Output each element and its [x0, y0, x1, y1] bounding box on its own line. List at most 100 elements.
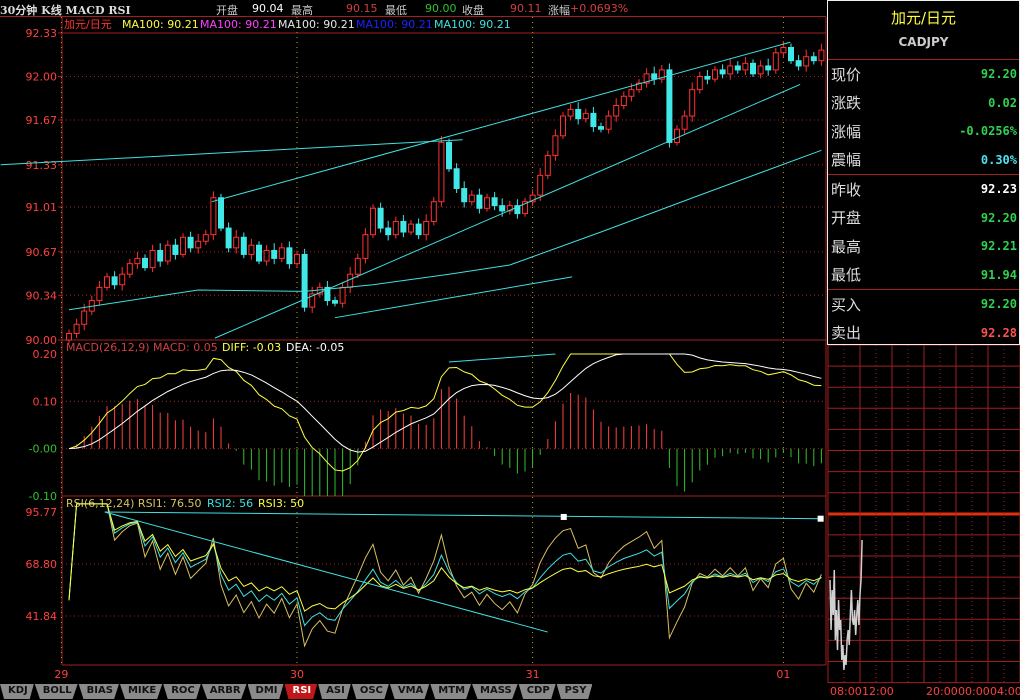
candle-up [674, 128, 680, 143]
quote-label: 最高 [831, 237, 862, 256]
candle-down [142, 257, 148, 269]
price-tick-label: 90.00 [26, 334, 58, 347]
quote-row: 最低 91.94 [828, 261, 1019, 290]
candle-down [750, 62, 756, 75]
quote-value: 0.30% [980, 152, 1017, 167]
tab-asi[interactable]: ASI [318, 684, 351, 699]
candle-up [339, 286, 346, 304]
ma-legend: MA100: 90.21 [434, 18, 511, 31]
price-tick-label: 91.33 [26, 159, 58, 172]
quote-value: 0.02 [988, 95, 1017, 110]
tab-osc[interactable]: OSC [351, 684, 389, 699]
candle-up [248, 244, 255, 255]
candle-down [218, 197, 224, 229]
candle-up [582, 112, 589, 120]
quote-label: 涨幅 [831, 122, 862, 141]
candle-up [119, 273, 126, 286]
macd-tick-label: 0.20 [33, 348, 58, 361]
rsi3-legend: RSI3: 50 [258, 497, 304, 510]
price-tick-label: 90.67 [26, 246, 58, 259]
candle-down [476, 194, 483, 209]
trendline-handle [817, 515, 824, 522]
candle-down [666, 69, 673, 143]
candle-down [400, 220, 407, 233]
candle-up [210, 197, 217, 236]
quote-value: -0.0256% [959, 124, 1017, 139]
macd-tick-label: -0.00 [29, 443, 57, 456]
candle-up [544, 155, 551, 176]
candle-up [552, 135, 559, 157]
candle-up [66, 333, 72, 341]
macd-tick-label: 0.10 [33, 395, 58, 408]
tab-mike[interactable]: MIKE [119, 684, 163, 699]
candle-down [332, 300, 338, 304]
rsi3-line [68, 503, 822, 612]
candle-down [788, 46, 794, 62]
candle-up [818, 49, 825, 62]
price-trendline [214, 83, 801, 339]
rsi-trendline [104, 511, 548, 633]
price-trendline [334, 276, 573, 319]
instrument-code: CADJPY [898, 35, 949, 49]
candle-up [468, 194, 475, 203]
candle-up [605, 115, 612, 130]
candle-up [73, 323, 80, 335]
candle-up [134, 257, 141, 265]
candle-up [233, 236, 240, 249]
intraday-time-label: 12:00 [862, 685, 894, 698]
tab-arbr[interactable]: ARBR [201, 684, 247, 699]
price-tick-label: 92.33 [26, 27, 58, 40]
macd-legend: MACD(26,12,9) MACD: 0.05 [66, 341, 218, 354]
candle-up [772, 52, 779, 71]
quote-value: 92.23 [980, 182, 1017, 197]
candle-down [172, 244, 179, 255]
price-trendline [0, 139, 463, 166]
candle-up [537, 174, 544, 196]
candle-up [164, 244, 171, 262]
tab-bias[interactable]: BIAS [78, 684, 119, 699]
tab-rsi[interactable]: RSI [284, 684, 318, 699]
candle-up [263, 249, 270, 262]
quote-row: 涨幅 -0.0256% [828, 117, 1019, 146]
quote-value: 92.28 [980, 325, 1017, 340]
tab-dmi[interactable]: DMI [247, 684, 284, 699]
candle-down [704, 75, 711, 80]
candle-up [803, 56, 810, 67]
instrument-legend: 加元/日元 [64, 18, 112, 31]
x-tick-label: 01 [776, 668, 790, 681]
tab-kdj[interactable]: KDJ [0, 684, 34, 699]
dea-line [68, 353, 822, 453]
candle-down [415, 223, 422, 236]
quote-row: 涨跌 0.02 [828, 89, 1019, 118]
x-tick-label: 30 [290, 668, 304, 681]
candle-up [689, 89, 696, 117]
candle-down [385, 227, 392, 236]
tab-roc[interactable]: ROC [163, 684, 201, 699]
trendline-handle [560, 513, 567, 520]
candle-up [149, 249, 156, 269]
candle-down [499, 205, 506, 212]
quote-row: 最高 92.21 [828, 232, 1019, 261]
quote-value: 92.20 [980, 297, 1017, 312]
rsi1-line [68, 503, 822, 648]
candle-down [446, 141, 452, 170]
tab-cdp[interactable]: CDP [518, 684, 556, 699]
ma-legend: MA100: 90.21 [122, 18, 199, 31]
tab-mtm[interactable]: MTM [430, 684, 472, 699]
quote-panel: 加元/日元 CADJPY 现价 92.20 涨跌 0.02 涨幅 -0.0256% 震幅 0.… [827, 0, 1020, 345]
candle-up [408, 223, 414, 233]
rsi2-legend: RSI2: 56 [207, 497, 253, 510]
tab-mass[interactable]: MASS [472, 684, 518, 699]
quote-label: 涨跌 [831, 94, 862, 113]
quote-label: 卖出 [831, 324, 862, 343]
tab-psy[interactable]: PSY [556, 684, 593, 699]
candle-up [628, 89, 635, 97]
instrument-name: 加元/日元 [890, 9, 957, 27]
tab-boll[interactable]: BOLL [34, 684, 78, 699]
tab-vma[interactable]: VMA [389, 684, 430, 699]
candle-down [286, 247, 293, 265]
candle-down [187, 236, 194, 249]
candle-up [438, 141, 445, 203]
intraday-time-label: 00:00 [958, 685, 990, 698]
quote-row: 卖出 92.28 [828, 319, 1019, 348]
